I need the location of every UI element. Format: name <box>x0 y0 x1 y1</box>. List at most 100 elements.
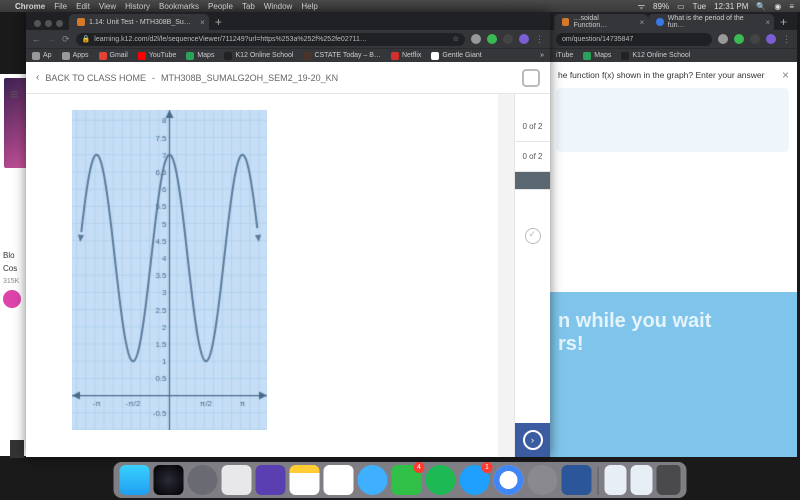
menu-edit[interactable]: Edit <box>76 2 90 11</box>
bookmarks-overflow-icon[interactable]: » <box>540 52 544 59</box>
omnibox-fg[interactable]: 🔒 learning.k12.com/d2l/le/sequenceViewer… <box>76 33 465 46</box>
bookmark-k12[interactable]: K12 Online School <box>621 52 690 60</box>
extension-icon[interactable] <box>718 34 728 44</box>
graph-area <box>26 94 498 457</box>
battery-icon: ▭ <box>677 2 685 11</box>
dock-imovie[interactable] <box>256 465 286 495</box>
menu-history[interactable]: History <box>125 2 150 11</box>
extension-icon[interactable] <box>471 34 481 44</box>
tab-bg-2[interactable]: What is the period of the fun… × <box>648 14 774 30</box>
forward-icon[interactable]: → <box>47 34 56 44</box>
tab-bg-2-label: What is the period of the fun… <box>668 15 756 29</box>
tab-bg-1-label: …soidal Function… <box>573 15 630 29</box>
dock-siri[interactable] <box>154 465 184 495</box>
bookmark-giant[interactable]: Gentle Giant <box>431 52 481 60</box>
bookmark-itube[interactable]: iTube <box>556 52 573 59</box>
dock-photos[interactable] <box>324 465 354 495</box>
expand-icon[interactable] <box>522 69 540 87</box>
dock-document[interactable] <box>605 465 627 495</box>
bookmark-apps2[interactable]: Apps <box>62 52 89 60</box>
window-controls[interactable] <box>30 20 69 30</box>
extension-icon[interactable] <box>487 34 497 44</box>
dock-document[interactable] <box>631 465 653 495</box>
dock-mail[interactable] <box>222 465 252 495</box>
bookmark-maps[interactable]: Maps <box>583 52 611 60</box>
scrollbar[interactable] <box>498 94 514 457</box>
omnibox-bg[interactable]: om/question/14735847 <box>556 33 712 46</box>
menu-icon[interactable]: ⋮ <box>782 34 791 45</box>
dock-settings[interactable] <box>528 465 558 495</box>
wait-line-1: n while you wait <box>558 310 789 333</box>
menu-people[interactable]: People <box>208 2 233 11</box>
macos-dock: 4 1 <box>114 462 687 498</box>
extension-icon[interactable] <box>734 34 744 44</box>
battery-pct: 89% <box>653 2 669 11</box>
dock-launchpad[interactable] <box>188 465 218 495</box>
dock-finder[interactable] <box>120 465 150 495</box>
dock-notes[interactable] <box>290 465 320 495</box>
extension-icon[interactable] <box>503 34 513 44</box>
menubar-day: Tue <box>693 2 707 11</box>
profile-icon[interactable] <box>519 34 529 44</box>
dock-messages[interactable] <box>358 465 388 495</box>
menu-window[interactable]: Window <box>264 2 292 11</box>
reload-icon[interactable]: ⟳ <box>62 34 70 45</box>
menu-icon[interactable]: ⋮ <box>535 34 544 45</box>
bookmark-apps[interactable]: Ap <box>32 52 52 60</box>
dock-appstore[interactable]: 1 <box>460 465 490 495</box>
wait-line-2: rs! <box>558 333 789 356</box>
check-icon[interactable] <box>525 228 541 244</box>
bookmark-gmail[interactable]: Gmail <box>99 52 128 60</box>
profile-icon[interactable] <box>766 34 776 44</box>
badge: 1 <box>482 462 493 473</box>
menu-tab[interactable]: Tab <box>242 2 255 11</box>
hamburger-icon[interactable]: ≡ <box>10 86 18 102</box>
bookmark-youtube[interactable]: YouTube <box>138 52 177 60</box>
star-icon[interactable]: ☆ <box>453 35 459 43</box>
new-tab-button[interactable]: + <box>774 14 793 30</box>
dock-trash[interactable] <box>657 465 681 495</box>
progress-stat-1: 0 of 2 <box>515 112 550 142</box>
spacer <box>515 190 550 220</box>
close-icon[interactable]: × <box>765 18 770 27</box>
answer-input[interactable] <box>556 88 789 152</box>
dock-facetime[interactable]: 4 <box>392 465 422 495</box>
back-to-class-link[interactable]: BACK TO CLASS HOME <box>45 73 146 83</box>
arrow-right-icon: › <box>523 430 543 450</box>
wait-banner: n while you wait rs! <box>550 292 797 457</box>
chevron-left-icon[interactable]: ‹ <box>36 72 39 83</box>
menu-view[interactable]: View <box>99 2 116 11</box>
back-icon[interactable]: ← <box>32 34 41 44</box>
tab-bg-1[interactable]: …soidal Function… × <box>554 14 648 30</box>
chrome-window-background: …soidal Function… × What is the period of… <box>550 12 797 457</box>
close-icon[interactable]: × <box>640 18 645 27</box>
bookmark-maps[interactable]: Maps <box>186 52 214 60</box>
menu-bookmarks[interactable]: Bookmarks <box>159 2 199 11</box>
extension-icon[interactable] <box>750 34 760 44</box>
menu-help[interactable]: Help <box>301 2 317 11</box>
bookmark-k12[interactable]: K12 Online School <box>224 52 293 60</box>
bookmarks-bar-fg: Ap Apps Gmail YouTube Maps K12 Online Sc… <box>26 48 550 62</box>
url-fg: learning.k12.com/d2l/le/sequenceViewer/7… <box>94 36 367 43</box>
search-icon[interactable]: 🔍 <box>756 2 766 11</box>
close-icon[interactable]: × <box>200 18 205 27</box>
progress-stat-2: 0 of 2 <box>515 142 550 172</box>
new-tab-button[interactable]: + <box>209 14 228 30</box>
menu-file[interactable]: File <box>54 2 67 11</box>
siri-icon[interactable]: ◉ <box>774 2 781 11</box>
bookmark-netflix[interactable]: Netflix <box>391 52 421 60</box>
close-icon[interactable]: × <box>782 68 789 82</box>
wifi-icon[interactable]: ᯤ <box>638 1 645 12</box>
avatar[interactable] <box>3 290 21 308</box>
next-button[interactable]: › <box>515 423 550 457</box>
tab-fg-label: 1.14: Unit Test - MTH308B_Su… <box>89 19 191 26</box>
app-name[interactable]: Chrome <box>15 2 45 11</box>
dock-chrome[interactable] <box>494 465 524 495</box>
question-prompt: he function f(x) shown in the graph? Ent… <box>556 68 789 82</box>
dock-spotify[interactable] <box>426 465 456 495</box>
bookmark-cstate[interactable]: CSTATE Today – B… <box>303 52 381 60</box>
tab-strip-bg: …soidal Function… × What is the period of… <box>550 12 797 30</box>
dock-word[interactable] <box>562 465 592 495</box>
notifications-icon[interactable]: ≡ <box>789 2 794 11</box>
tab-fg-1[interactable]: 1.14: Unit Test - MTH308B_Su… × <box>69 14 209 30</box>
